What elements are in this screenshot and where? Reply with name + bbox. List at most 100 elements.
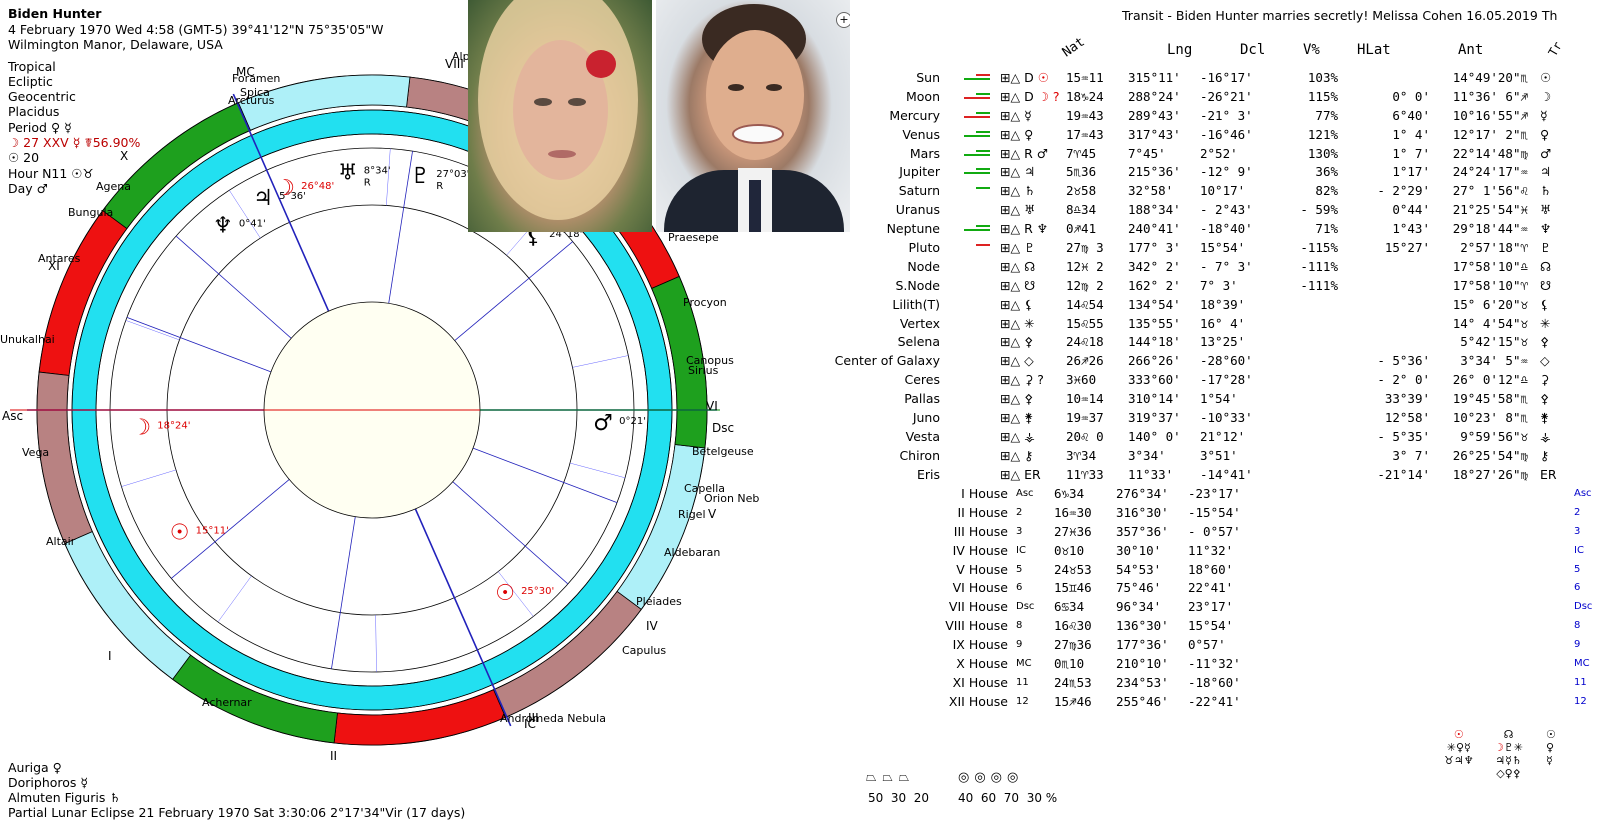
natal-planet-glyph: ☽ [131, 415, 151, 440]
house-row[interactable]: VII House Dsc 6♋34 96°34' 23°17' Dsc [820, 597, 1593, 616]
planet-row[interactable]: Lilith(T) ⊞△ ⚸ 14♌54 134°54' 18°39' 15° 6'20"… [820, 295, 1557, 314]
planet-aspect-icons: ⊞△ ⚶ [1000, 427, 1066, 446]
planet-row[interactable]: Saturn ⊞△ ♄ 2♉58 32°58' 10°17' 82% - 2°29' 27° … [820, 181, 1557, 200]
planet-aspect-icons: ⊞△ ⚵ [1000, 408, 1066, 427]
house-row[interactable]: I House Asc 6♑34 276°34' -23°17' Asc [820, 484, 1592, 503]
planet-row[interactable]: Vesta ⊞△ ⚶ 20♌ 0 140° 0' 21°12' - 5°35' 9°59'5… [820, 427, 1557, 446]
planet-longitude-sign: 15♌55 [1066, 315, 1104, 331]
planet-row[interactable]: Moon ⊞△ D ☽ ? 18♑24 288°24' -26°21' 115% 0° 0'… [820, 87, 1557, 106]
planet-velocity: - 59% [1300, 202, 1338, 218]
planet-row[interactable]: Sun ⊞△ D ☉ 15♒11 315°11' -16°17' 103% 14°49'20… [820, 68, 1557, 87]
house-row[interactable]: VI House 6 15♊46 75°46' 22°41' 6 [820, 578, 1592, 597]
planet-name: Mars [909, 145, 940, 161]
house-name: XI House [952, 674, 1008, 690]
planet-longitude-degrees: 215°36' [1128, 164, 1181, 180]
natal-planet-glyph: ♆ [213, 213, 233, 238]
planet-longitude-sign: 12♍ 2 [1066, 277, 1104, 293]
house-name: I House [961, 485, 1008, 501]
house-transit-symbol: 5 [1574, 563, 1581, 575]
aspect-grid-icon: ⊞△ [1000, 145, 1021, 161]
house-row[interactable]: X House MC 0♏10 210°10' -11°32' MC [820, 654, 1592, 673]
planet-antiscia: 2°57'18"♈ [1460, 239, 1528, 255]
planet-symbol: ⚶ [1024, 428, 1035, 444]
planet-velocity [1274, 408, 1338, 427]
house-row[interactable]: XII House 12 15♐46 255°46' -22°41' 12 [820, 692, 1592, 711]
planet-helio-latitude [1338, 276, 1430, 295]
planet-row[interactable]: Vertex ⊞△ ✳ 15♌55 135°55' 16° 4' 14° 4'54"♉ ✳ [820, 314, 1557, 333]
house-longitude-sign: 24♉53 [1054, 561, 1092, 577]
planet-row[interactable]: Neptune ⊞△ R ♆ 0♐41 240°41' -18°40' 71% 1°43' 2… [820, 219, 1557, 238]
orb-planet-icons[interactable]: ◎◎◎◎ [958, 770, 1023, 785]
planet-row[interactable]: Juno ⊞△ ⚵ 19♒37 319°37' -10°33' 12°58' 10°23' … [820, 408, 1557, 427]
planet-declination: -21° 3' [1200, 107, 1253, 123]
house-number-label: X [120, 149, 128, 163]
house-symbol: MC [1016, 657, 1032, 669]
house-row[interactable]: XI House 11 24♏53 234°53' -18°60' 11 [820, 673, 1592, 692]
aspect-grid-icon: ⊞△ [1000, 447, 1021, 463]
planet-longitude-degrees: 266°26' [1128, 353, 1181, 369]
house-transit-symbol: MC [1574, 657, 1590, 669]
planet-row[interactable]: Center of Galaxy ⊞△ ◇ 26♐26 266°26' -28°60' -… [820, 351, 1557, 370]
planet-transit-symbol: ⚳ [1540, 372, 1550, 388]
planet-helio-latitude: - 5°36' [1377, 353, 1430, 369]
planet-name: Ceres [904, 372, 941, 388]
fixed-star-label: Procyon [683, 296, 727, 309]
house-row[interactable]: IV House IC 0♉10 30°10' 11°32' IC [820, 541, 1592, 560]
house-row[interactable]: II House 2 16♒30 316°30' -15°54' 2 [820, 503, 1592, 522]
planet-row[interactable]: Mars ⊞△ R ♂ 7♈45 7°45' 2°52' 130% 1° 7' 22°14'4… [820, 144, 1557, 163]
house-declination: 11°32' [1188, 542, 1234, 558]
planet-name: Neptune [886, 221, 940, 237]
planet-declination: 7° 3' [1200, 277, 1238, 293]
planet-row[interactable]: Pallas ⊞△ ⚴ 10♒14 310°14' 1°54' 33°39' 19°45'5… [820, 389, 1557, 408]
planet-row[interactable]: Jupiter ⊞△ ♃ 5♏36 215°36' -12° 9' 36% 1°17' 24°… [820, 162, 1557, 181]
planet-aspect-icons: ⊞△ ⚳ ? [1000, 370, 1066, 389]
planet-row[interactable]: Selena ⊞△ ⚴ 24♌18 144°18' 13°25' 5°42'15"♉ ⚴ [820, 332, 1557, 351]
planet-aspect-icons: ⊞△ D ☽ ? [1000, 87, 1066, 106]
house-row[interactable]: III House 3 27♓36 357°36' - 0°57' 3 [820, 522, 1592, 541]
planet-row[interactable]: Pluto ⊞△ ♇ 27♍ 3 177° 3' 15°54' -115% 15°27' 2°… [820, 238, 1557, 257]
planet-transit-symbol: ♀ [1540, 126, 1550, 142]
house-row[interactable]: IX House 9 27♍36 177°36' 0°57' 9 [820, 635, 1592, 654]
fixed-star-label: Andromeda Nebula [500, 712, 606, 725]
planet-row[interactable]: Uranus ⊞△ ♅ 8♎34 188°34' - 2°43' - 59% 0°44' 21… [820, 200, 1557, 219]
planet-aspect-icons: ⊞△ ♄ [1000, 181, 1066, 200]
planet-row[interactable]: Node ⊞△ ☊ 12♓ 2 342° 2' - 7° 3' -111% 17°58'10… [820, 257, 1557, 276]
planet-row[interactable]: Ceres ⊞△ ⚳ ? 3♓60 333°60' -17°28' - 2° 0' 26° … [820, 370, 1557, 389]
planet-pointer-line [569, 462, 626, 479]
house-transit-symbol: 3 [1574, 525, 1581, 537]
aspect-grid-icon: ⊞△ [1000, 202, 1021, 218]
fixed-star-label: Antares [38, 252, 81, 265]
planet-row[interactable]: Mercury ⊞△ ☿ 19♒43 289°43' -21° 3' 77% 6°40' 10… [820, 106, 1557, 125]
planet-declination: 15°54' [1200, 239, 1246, 255]
planet-symbol: ♆ [1036, 221, 1048, 237]
planet-strength-bars [948, 389, 1000, 408]
planet-row[interactable]: Chiron ⊞△ ⚷ 3♈34 3°34' 3°51' 3° 7' 26°25'54"♍ ⚷ [820, 446, 1557, 465]
house-declination: -11°32' [1188, 655, 1241, 671]
house-row[interactable]: VIII House 8 16♌30 136°30' 15°54' 8 [820, 616, 1592, 635]
planet-row[interactable]: Eris ⊞△ ER 11♈33 11°33' -14°41' -21°14' 18°27'… [820, 465, 1557, 484]
strength-bar [976, 187, 990, 190]
planet-longitude-sign: 26♐26 [1066, 353, 1104, 369]
planet-aspect-icons: ⊞△ ☊ [1000, 257, 1066, 276]
planet-transit-symbol: ⚶ [1540, 428, 1551, 444]
house-declination: 15°54' [1188, 618, 1234, 634]
planet-row[interactable]: S.Node ⊞△ ☋ 12♍ 2 162° 2' 7° 3' -111% 17°58'10… [820, 276, 1557, 295]
planet-longitude-degrees: 3°34' [1128, 447, 1166, 463]
planet-helio-latitude [1338, 68, 1430, 87]
planet-helio-latitude: 3° 7' [1392, 447, 1430, 463]
planet-strength-bars [948, 408, 1000, 427]
planet-strength-bars [948, 314, 1000, 333]
planet-helio-latitude: 15°27' [1384, 239, 1430, 255]
planet-longitude-sign: 11♈33 [1066, 466, 1104, 482]
orb-aspect-icons[interactable]: ⏢⏢⏢ [866, 770, 915, 785]
planet-longitude-degrees: 319°37' [1128, 409, 1181, 425]
planet-helio-latitude: 1° 7' [1392, 145, 1430, 161]
house-row[interactable]: V House 5 24♉53 54°53' 18°60' 5 [820, 560, 1592, 579]
planet-row[interactable]: Venus ⊞△ ♀ 17♒43 317°43' -16°46' 121% 1° 4' 12°… [820, 125, 1557, 144]
planet-antiscia: 12°17' 2"♏ [1452, 126, 1528, 142]
zoom-icon[interactable]: + [836, 12, 850, 28]
planet-declination: - 7° 3' [1200, 258, 1253, 274]
almuten-line: Almuten Figuris ♄ [8, 790, 121, 805]
house-symbol: 11 [1016, 676, 1029, 688]
col-header-lng: Lng [1167, 42, 1193, 58]
